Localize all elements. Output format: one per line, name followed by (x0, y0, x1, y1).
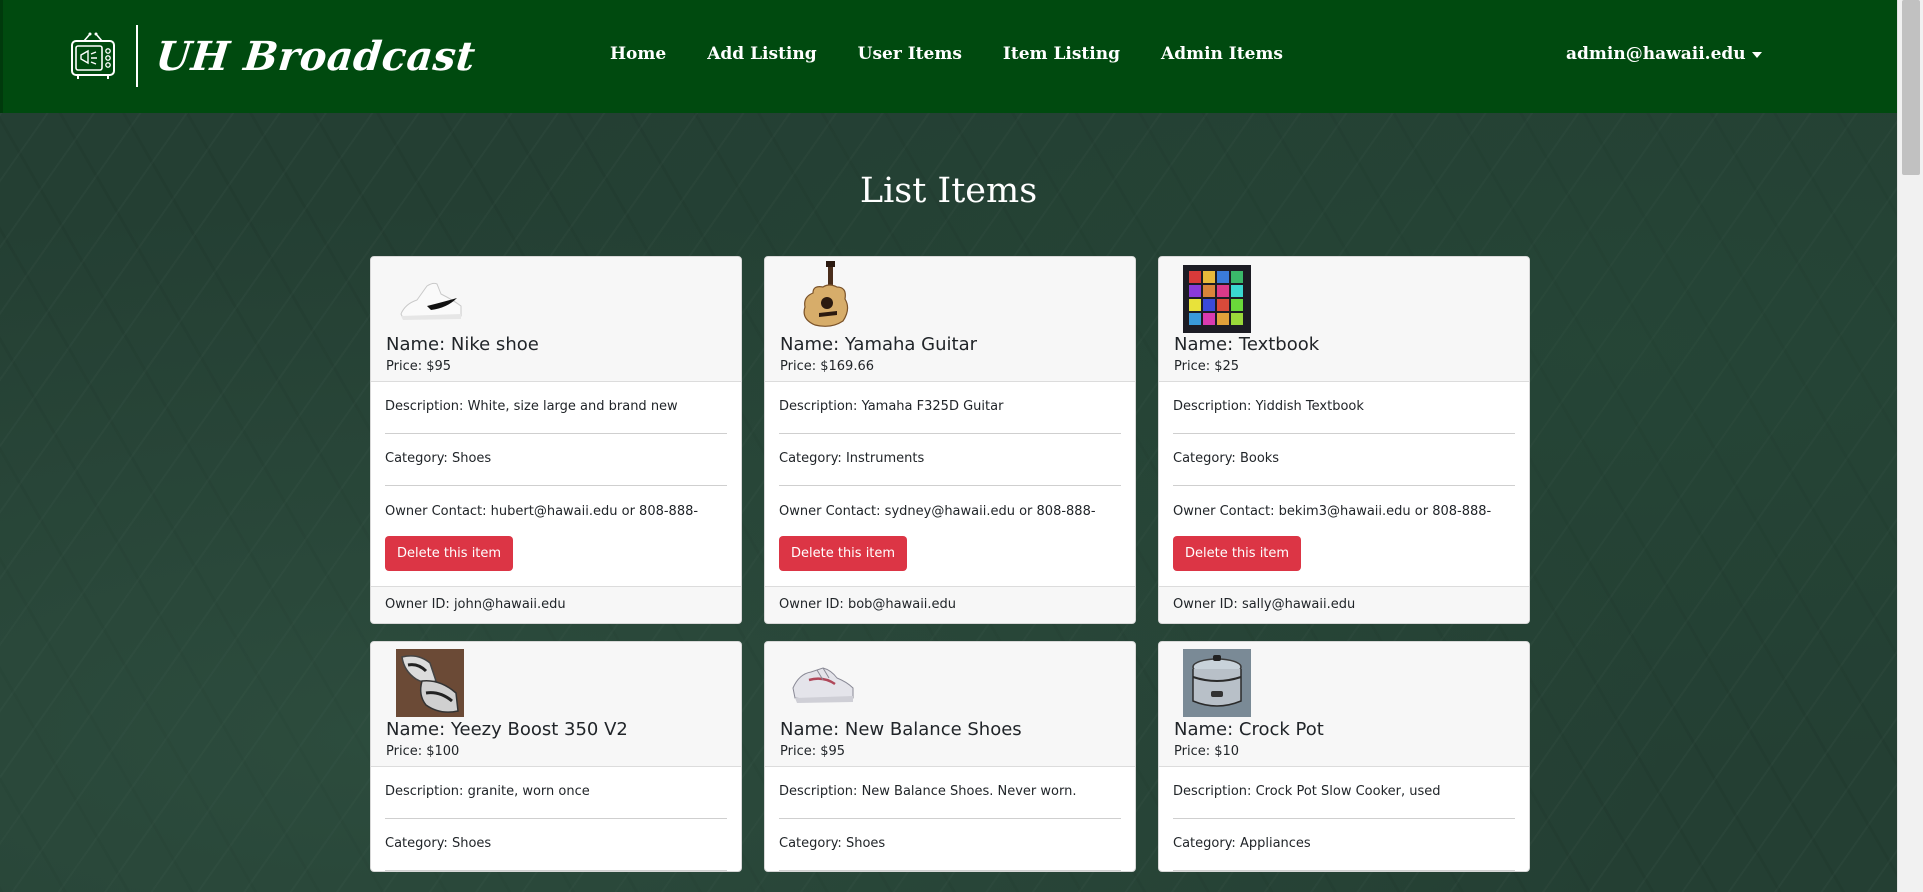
brand[interactable]: UH Broadcast (70, 24, 478, 88)
card-header: Name: Yeezy Boost 350 V2 Price: $100 (371, 642, 741, 767)
item-card: Name: Textbook Price: $25 Description: Y… (1158, 256, 1530, 624)
textbook-image (1183, 265, 1251, 333)
crock-pot-image (1183, 649, 1251, 717)
page-title: List Items (859, 171, 1038, 211)
card-header: Name: Yamaha Guitar Price: $169.66 (765, 257, 1135, 382)
item-owner-contact: Owner Contact: hubert@hawaii.edu or 808-… (385, 504, 699, 571)
brand-title: UH Broadcast (153, 32, 478, 80)
item-card: Name: New Balance Shoes Price: $95 Descr… (764, 641, 1136, 872)
item-owner-id: Owner ID: john@hawaii.edu (371, 586, 741, 623)
item-price: Price: $169.66 (780, 359, 874, 374)
vertical-scrollbar[interactable] (1897, 0, 1923, 892)
item-name: Name: Yamaha Guitar (780, 334, 978, 355)
card-header: Name: Nike shoe Price: $95 (371, 257, 741, 382)
item-owner-id: Owner ID: sally@hawaii.edu (1159, 586, 1529, 623)
card-header: Name: Textbook Price: $25 (1159, 257, 1529, 382)
item-name: Name: Nike shoe (386, 334, 539, 355)
item-description: Description: White, size large and brand… (385, 382, 727, 434)
item-description: Description: New Balance Shoes. Never wo… (779, 767, 1121, 819)
nav-home[interactable]: Home (610, 44, 666, 64)
card-header: Name: New Balance Shoes Price: $95 (765, 642, 1135, 767)
item-price: Price: $95 (780, 744, 846, 759)
user-dropdown[interactable]: admin@hawaii.edu (1566, 44, 1762, 64)
item-description: Description: Yamaha F325D Guitar (779, 382, 1121, 434)
nav-add-listing[interactable]: Add Listing (707, 44, 816, 64)
item-card: Name: Yamaha Guitar Price: $169.66 Descr… (764, 256, 1136, 624)
item-card: Name: Crock Pot Price: $10 Description: … (1158, 641, 1530, 872)
item-category: Category: Appliances (1173, 819, 1515, 871)
nav-admin-items[interactable]: Admin Items (1161, 44, 1283, 64)
item-name: Name: New Balance Shoes (780, 719, 1022, 740)
item-description: Description: Crock Pot Slow Cooker, used (1173, 767, 1515, 819)
item-price: Price: $10 (1174, 744, 1240, 759)
item-description: Description: granite, worn once (385, 767, 727, 819)
item-name: Name: Yeezy Boost 350 V2 (386, 719, 628, 740)
item-card: Name: Yeezy Boost 350 V2 Price: $100 Des… (370, 641, 742, 872)
item-card: Name: Nike shoe Price: $95 Description: … (370, 256, 742, 624)
item-category: Category: Shoes (385, 819, 727, 871)
nav-user-items[interactable]: User Items (858, 44, 962, 64)
caret-down-icon (1751, 52, 1762, 58)
running-shoe-image (789, 648, 857, 716)
nav-item-listing[interactable]: Item Listing (1003, 44, 1120, 64)
user-email: admin@hawaii.edu (1566, 44, 1746, 64)
item-category: Category: Shoes (385, 434, 727, 486)
brand-divider (136, 25, 138, 87)
item-owner-contact: Owner Contact: bekim3@hawaii.edu or 808-… (1173, 504, 1492, 571)
card-header: Name: Crock Pot Price: $10 (1159, 642, 1529, 767)
delete-item-button[interactable]: Delete this item (1173, 536, 1302, 571)
navbar: UH Broadcast Home Add Listing User Items… (0, 0, 1897, 113)
item-category: Category: Shoes (779, 819, 1121, 871)
guitar-image (789, 261, 857, 329)
item-owner-id: Owner ID: bob@hawaii.edu (765, 586, 1135, 623)
item-price: Price: $100 (386, 744, 460, 759)
sneaker-image (396, 649, 464, 717)
shoe-image (397, 264, 465, 332)
scrollbar-thumb[interactable] (1902, 0, 1920, 175)
item-name: Name: Textbook (1174, 334, 1320, 355)
nav-links: Home Add Listing User Items Item Listing… (610, 44, 1283, 64)
item-name: Name: Crock Pot (1174, 719, 1324, 740)
item-category: Category: Instruments (779, 434, 1121, 486)
item-description: Description: Yiddish Textbook (1173, 382, 1515, 434)
item-owner-contact: Owner Contact: sydney@hawaii.edu or 808-… (779, 504, 1096, 571)
item-price: Price: $25 (1174, 359, 1240, 374)
delete-item-button[interactable]: Delete this item (779, 536, 908, 571)
item-category: Category: Books (1173, 434, 1515, 486)
broadcast-tv-icon (71, 32, 115, 79)
item-price: Price: $95 (386, 359, 452, 374)
delete-item-button[interactable]: Delete this item (385, 536, 514, 571)
